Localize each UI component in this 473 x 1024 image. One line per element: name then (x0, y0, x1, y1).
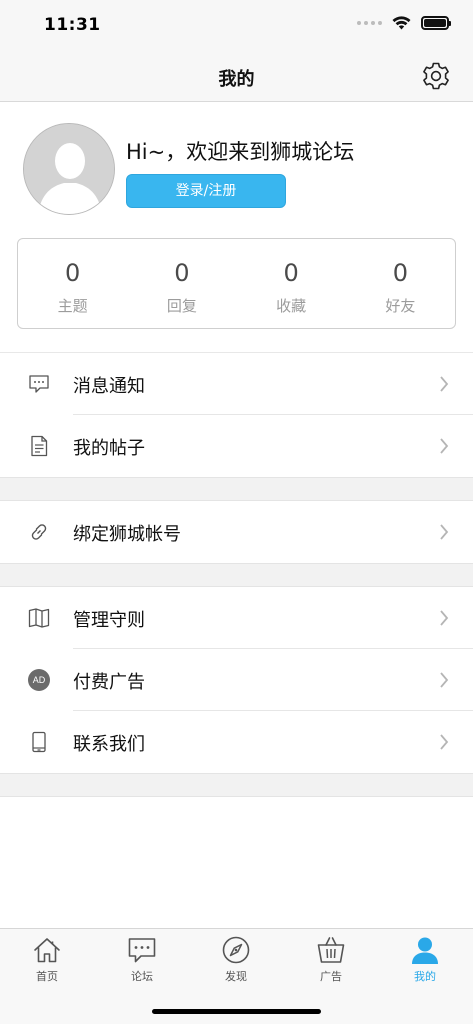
tab-discover[interactable]: 发现 (189, 935, 283, 995)
menu-item-bind-account[interactable]: 绑定狮城帐号 (0, 501, 473, 563)
tab-forum-label: 论坛 (131, 970, 153, 983)
stat-friends[interactable]: 0 好友 (346, 239, 455, 328)
page-title: 我的 (218, 69, 255, 90)
stat-favorites-label: 收藏 (276, 297, 307, 315)
stat-topics-count: 0 (64, 259, 81, 287)
chevron-right-icon (440, 672, 449, 688)
chevron-right-icon (440, 438, 449, 454)
welcome-text: Hi~，欢迎来到狮城论坛 (126, 140, 355, 164)
signal-icon (357, 21, 382, 25)
chevron-right-icon (440, 734, 449, 750)
status-indicators (357, 16, 451, 30)
stats-panel: 0 主题 0 回复 0 收藏 0 好友 (17, 238, 456, 329)
tab-mine-label: 我的 (414, 970, 436, 983)
gear-icon (423, 62, 449, 90)
stat-favorites[interactable]: 0 收藏 (237, 239, 346, 328)
menu-item-bind-account-label: 绑定狮城帐号 (73, 524, 181, 545)
chevron-right-icon (440, 610, 449, 626)
section-gap (0, 773, 473, 797)
menu-item-notifications[interactable]: 消息通知 (0, 353, 473, 415)
tab-ads-label: 广告 (320, 970, 342, 983)
login-register-button[interactable]: 登录/注册 (126, 174, 286, 208)
stat-replies[interactable]: 0 回复 (127, 239, 236, 328)
stat-favorites-count: 0 (283, 259, 299, 287)
menu-item-contact[interactable]: 联系我们 (0, 711, 473, 773)
phone-icon (32, 731, 46, 753)
profile-icon (412, 937, 438, 964)
link-icon (31, 524, 47, 540)
basket-icon (317, 937, 345, 963)
nav-bar: 我的 (0, 52, 473, 102)
menu-item-my-posts-label: 我的帖子 (73, 438, 145, 459)
settings-button[interactable] (421, 61, 451, 91)
menu-item-rules[interactable]: 管理守则 (0, 587, 473, 649)
status-time: 11:31 (44, 15, 101, 35)
menu-item-paid-ads[interactable]: AD 付费广告 (0, 649, 473, 711)
tab-ads[interactable]: 广告 (284, 935, 378, 995)
stat-replies-label: 回复 (166, 297, 197, 315)
home-icon (34, 938, 60, 963)
tab-forum[interactable]: 论坛 (95, 935, 189, 995)
document-icon (31, 435, 48, 457)
profile-header: Hi~，欢迎来到狮城论坛 登录/注册 (0, 102, 473, 232)
ad-icon: AD (28, 669, 50, 691)
menu-item-notifications-label: 消息通知 (73, 376, 145, 397)
chevron-right-icon (440, 524, 449, 540)
forum-chat-icon (128, 938, 156, 963)
open-book-icon (28, 608, 50, 628)
menu-item-contact-label: 联系我们 (73, 734, 145, 755)
section-gap (0, 477, 473, 501)
avatar[interactable] (23, 123, 115, 215)
stat-topics-label: 主题 (57, 297, 88, 315)
compass-icon (222, 936, 250, 964)
battery-icon (421, 16, 451, 30)
default-avatar-icon (24, 124, 114, 214)
stat-topics[interactable]: 0 主题 (18, 239, 127, 328)
home-indicator[interactable] (152, 1009, 321, 1014)
chevron-right-icon (440, 376, 449, 392)
message-icon (29, 375, 49, 393)
menu-item-my-posts[interactable]: 我的帖子 (0, 415, 473, 477)
tab-home-label: 首页 (36, 970, 58, 983)
tab-discover-label: 发现 (225, 970, 247, 983)
wifi-icon (392, 16, 411, 30)
stat-replies-count: 0 (174, 259, 190, 287)
status-bar: 11:31 (0, 0, 473, 52)
menu-item-paid-ads-label: 付费广告 (73, 672, 145, 693)
tab-mine[interactable]: 我的 (378, 935, 472, 995)
tab-home[interactable]: 首页 (0, 935, 94, 995)
stat-friends-count: 0 (392, 259, 409, 287)
menu-item-rules-label: 管理守则 (73, 610, 145, 631)
section-gap (0, 563, 473, 587)
stat-friends-label: 好友 (385, 297, 416, 315)
